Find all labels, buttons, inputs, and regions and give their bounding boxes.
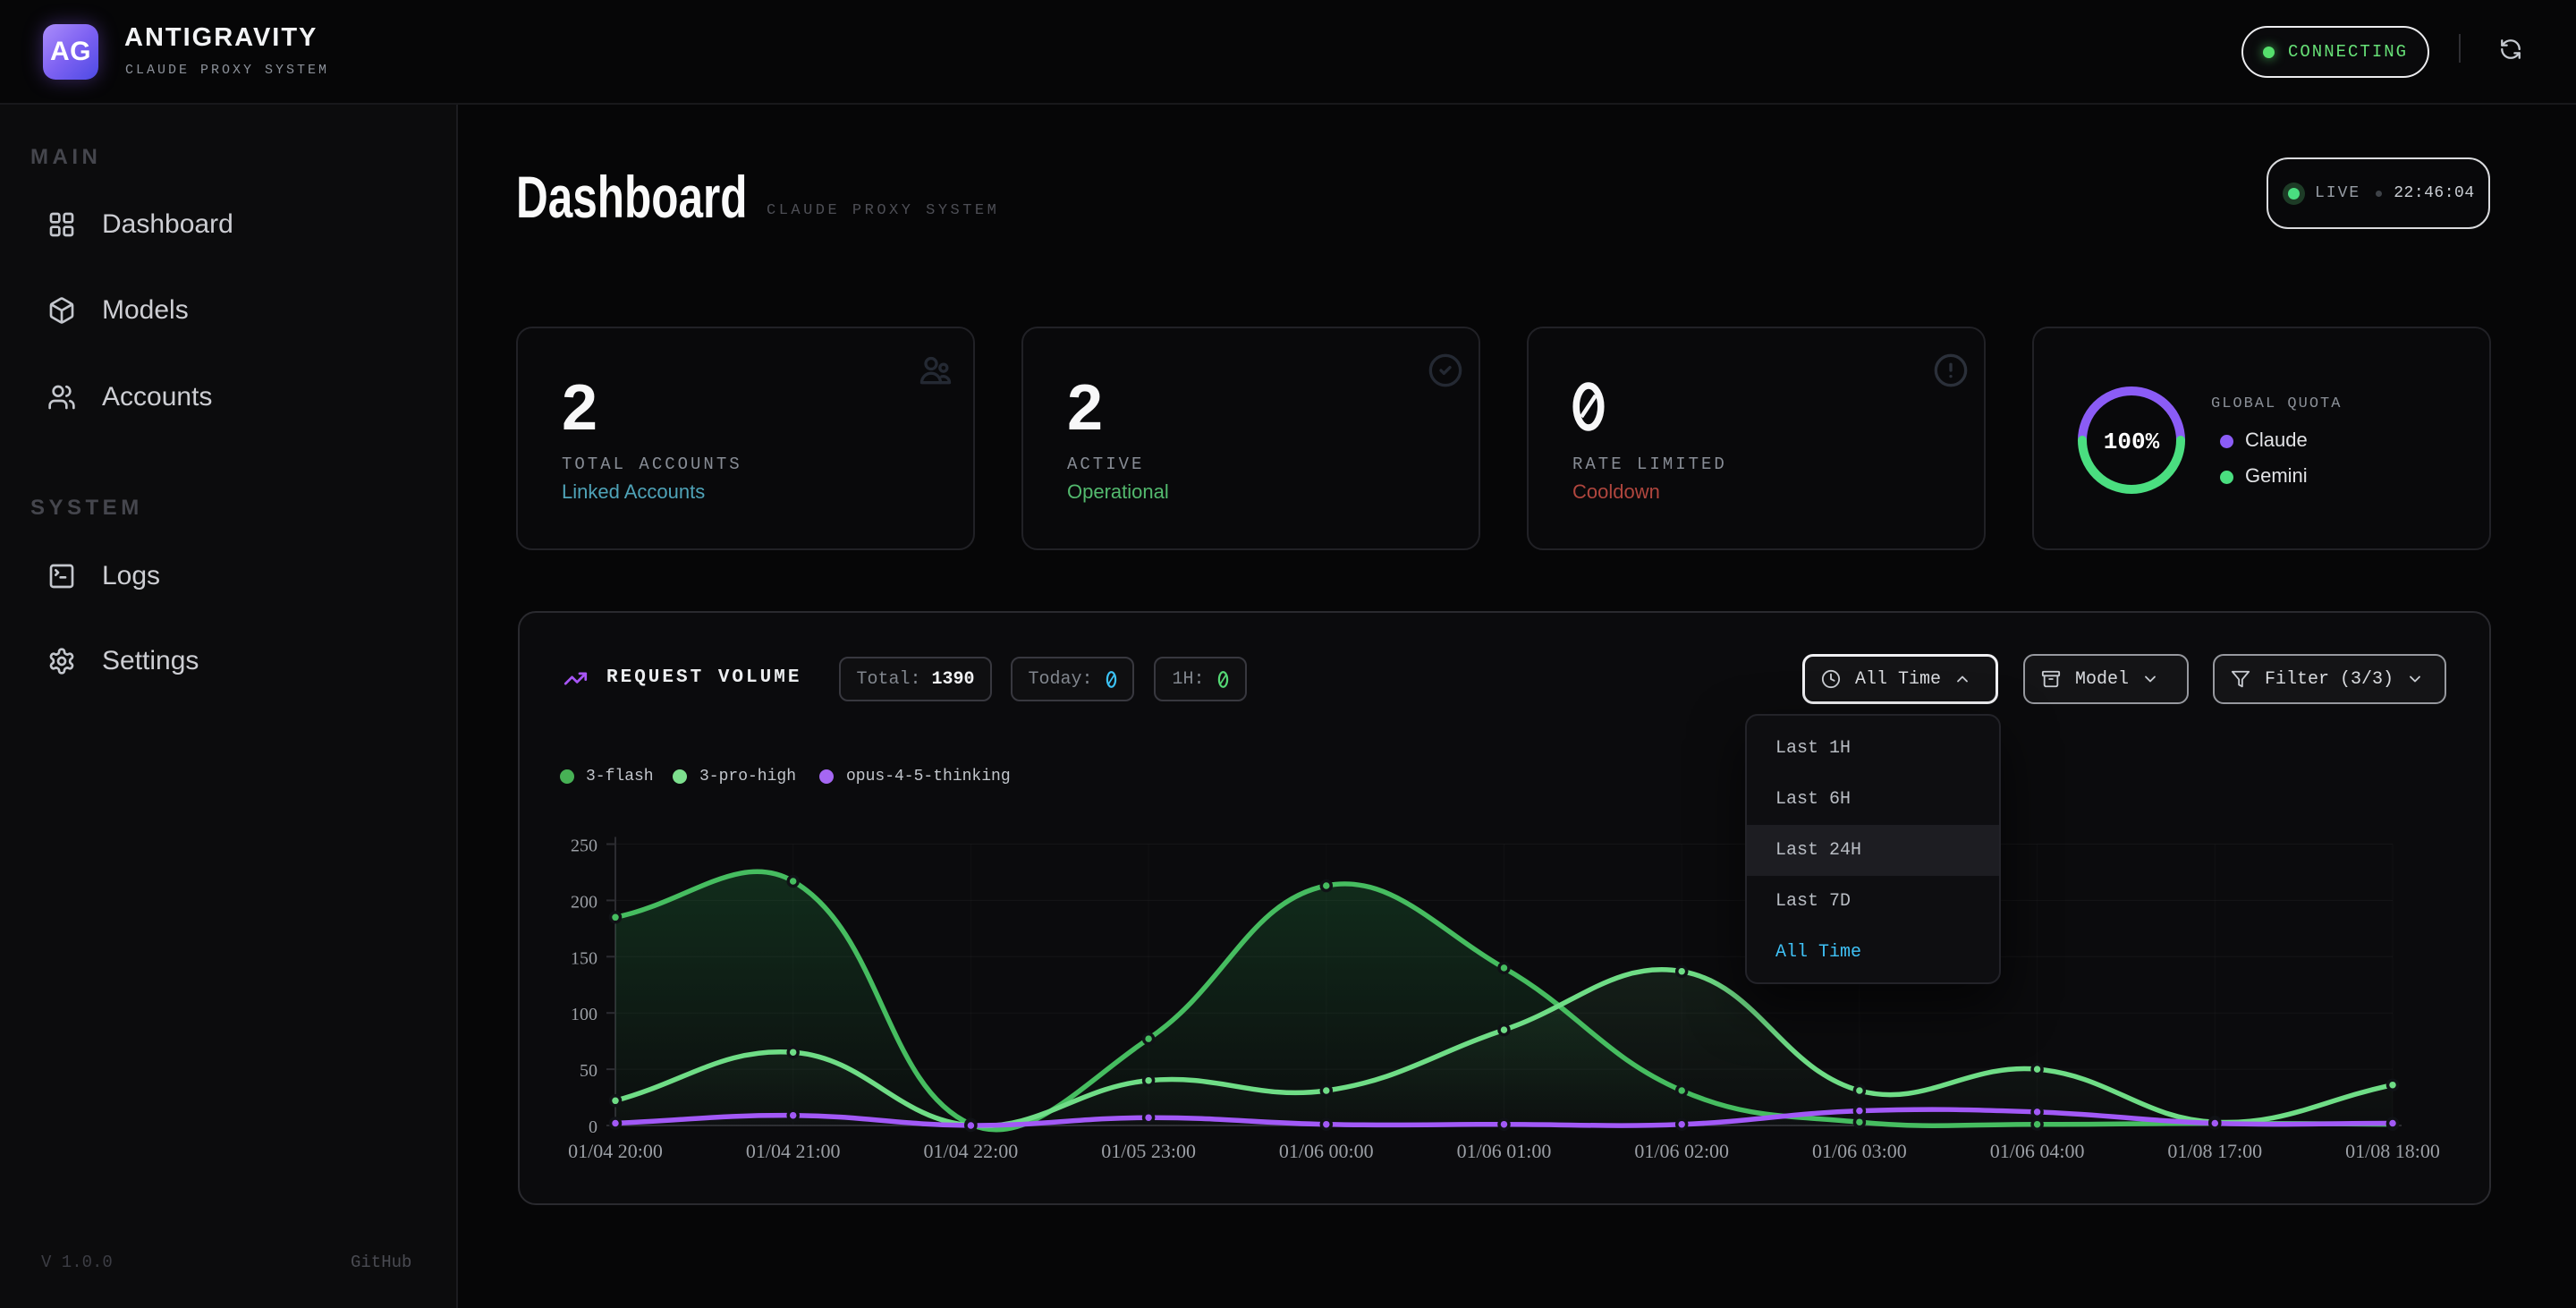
svg-text:01/06 01:00: 01/06 01:00 bbox=[1457, 1140, 1552, 1162]
svg-text:01/04 22:00: 01/04 22:00 bbox=[924, 1140, 1019, 1162]
svg-text:01/04 21:00: 01/04 21:00 bbox=[746, 1140, 841, 1162]
svg-text:01/08 18:00: 01/08 18:00 bbox=[2345, 1140, 2440, 1162]
svg-text:01/05 23:00: 01/05 23:00 bbox=[1101, 1140, 1196, 1162]
svg-text:100: 100 bbox=[571, 1005, 597, 1024]
svg-text:0: 0 bbox=[589, 1117, 597, 1137]
svg-text:01/06 03:00: 01/06 03:00 bbox=[1812, 1140, 1907, 1162]
svg-text:01/06 02:00: 01/06 02:00 bbox=[1634, 1140, 1729, 1162]
svg-text:01/04 20:00: 01/04 20:00 bbox=[568, 1140, 663, 1162]
svg-text:250: 250 bbox=[571, 837, 597, 856]
svg-text:01/06 04:00: 01/06 04:00 bbox=[1990, 1140, 2085, 1162]
svg-text:150: 150 bbox=[571, 948, 597, 968]
svg-text:50: 50 bbox=[580, 1061, 597, 1081]
svg-text:100%: 100% bbox=[2104, 429, 2160, 455]
svg-text:200: 200 bbox=[571, 892, 597, 912]
svg-text:01/08 17:00: 01/08 17:00 bbox=[2167, 1140, 2262, 1162]
svg-text:01/06 00:00: 01/06 00:00 bbox=[1279, 1140, 1374, 1162]
